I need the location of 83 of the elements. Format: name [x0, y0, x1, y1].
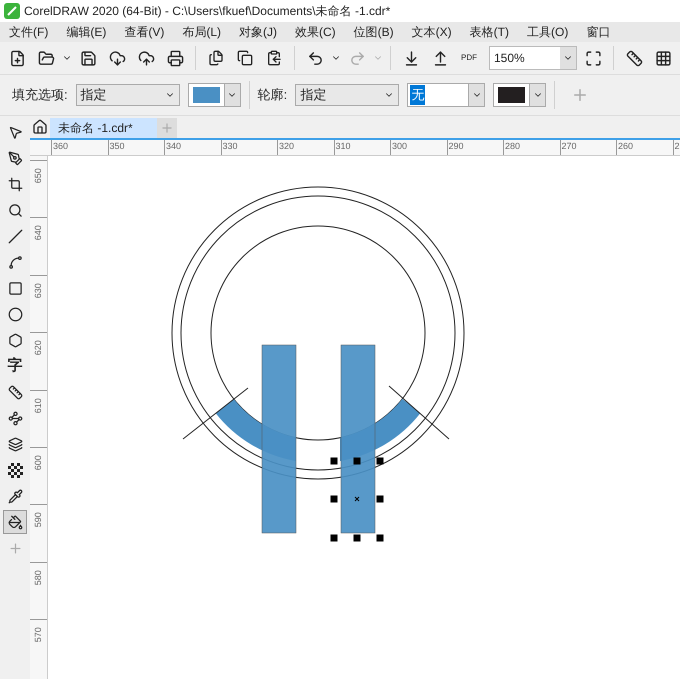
ruler-label: 290 [446, 140, 503, 155]
ruler-icon [626, 50, 642, 66]
pen-nib-icon [8, 150, 22, 166]
menu-item[interactable]: 窗口 [577, 23, 620, 41]
fill-mode-dropdown[interactable]: 指定 [76, 84, 180, 106]
paint-bucket-icon [8, 514, 22, 530]
ruler-label: 280 [503, 140, 560, 155]
outline-color-picker[interactable] [493, 83, 546, 107]
home-icon[interactable] [32, 119, 48, 135]
eyedropper-icon [8, 488, 22, 504]
diagonal-line [388, 386, 450, 440]
outline-label: 轮廓: [258, 86, 288, 104]
menu-item[interactable]: 编辑(E) [57, 23, 116, 41]
line-icon [8, 228, 22, 244]
crop-icon [8, 176, 22, 192]
fill-color-picker[interactable] [188, 83, 241, 107]
ruler-label: 620 [32, 340, 44, 356]
pointer-icon [8, 124, 22, 140]
diagonal-line [182, 388, 248, 440]
plus-icon [8, 540, 22, 556]
ruler-label: 570 [32, 627, 44, 642]
new-file-icon [8, 50, 26, 66]
plus-icon [160, 121, 174, 135]
fill-label: 填充选项: [12, 86, 68, 104]
pdf-button[interactable]: PDF [456, 54, 482, 62]
ruler-label: 300 [390, 140, 446, 155]
menu-item[interactable]: 查看(V) [115, 23, 174, 41]
fullscreen-icon [584, 50, 602, 66]
printer-icon [166, 50, 184, 66]
app-logo-icon [4, 3, 20, 19]
ruler-label: 330 [220, 140, 277, 155]
hexagon-icon [8, 332, 22, 348]
ruler-label: 2 [672, 140, 680, 155]
zoom-field[interactable]: 150% [490, 49, 560, 67]
menu-item[interactable]: 文件(F) [0, 23, 58, 41]
ruler-label: 600 [32, 455, 44, 470]
ruler-label: 590 [32, 512, 44, 528]
selection-handles[interactable] [330, 458, 384, 542]
cloud-download-icon [108, 50, 126, 66]
menu-item[interactable]: 布局(L) [173, 23, 230, 41]
menu-item[interactable]: 文本(X) [402, 23, 461, 41]
search-icon [8, 202, 22, 218]
circle-icon [8, 306, 22, 322]
ruler-label: 260 [616, 140, 672, 155]
files-icon [208, 50, 224, 66]
text-tool[interactable]: 字 [3, 354, 27, 378]
ruler-label: 340 [164, 140, 220, 155]
menu-item[interactable]: 工具(O) [518, 23, 578, 41]
grid-icon [654, 50, 672, 66]
outline-mode-dropdown[interactable]: 指定 [295, 84, 400, 106]
clipboard-icon [266, 50, 282, 66]
layers-icon [8, 436, 22, 452]
curve-icon [8, 254, 22, 270]
redo-icon [348, 50, 366, 66]
cloud-upload-icon [138, 50, 154, 66]
zoom-combo-box[interactable]: 150% [489, 46, 577, 70]
ruler-label: 310 [334, 140, 390, 155]
ruler-label: 320 [277, 140, 334, 155]
ruler-icon [8, 384, 22, 400]
color-swatch [192, 87, 220, 103]
ruler-label: 270 [560, 140, 616, 155]
color-swatch [498, 87, 526, 103]
menu-item[interactable]: 位图(B) [344, 23, 403, 41]
ruler-label: 640 [32, 226, 44, 241]
document-tab[interactable]: 未命名 -1.cdr* [50, 118, 157, 138]
fill-tool[interactable] [3, 510, 27, 534]
copy-icon [237, 50, 253, 66]
ruler-label: 650 [32, 168, 44, 184]
square-icon [8, 280, 22, 296]
connector-icon [8, 410, 22, 426]
folder-icon [38, 50, 54, 66]
ruler-label: 360 [51, 140, 108, 155]
menu-item[interactable]: 表格(T) [460, 23, 518, 41]
menu-item[interactable]: 对象(J) [230, 23, 286, 41]
ruler-label: 580 [32, 570, 44, 585]
menu-item[interactable]: 效果(C) [286, 23, 345, 41]
ruler-label: 610 [32, 398, 44, 413]
window-title: CorelDRAW 2020 (64-Bit) - C:\Users\fkuef\Documents\未命名 -1.cdr* [24, 3, 390, 20]
ruler-label: 350 [108, 140, 164, 155]
ruler-label: 630 [32, 283, 44, 298]
outline-width-field[interactable]: 无 [407, 83, 486, 107]
save-icon [80, 50, 96, 66]
undo-icon [306, 50, 324, 66]
